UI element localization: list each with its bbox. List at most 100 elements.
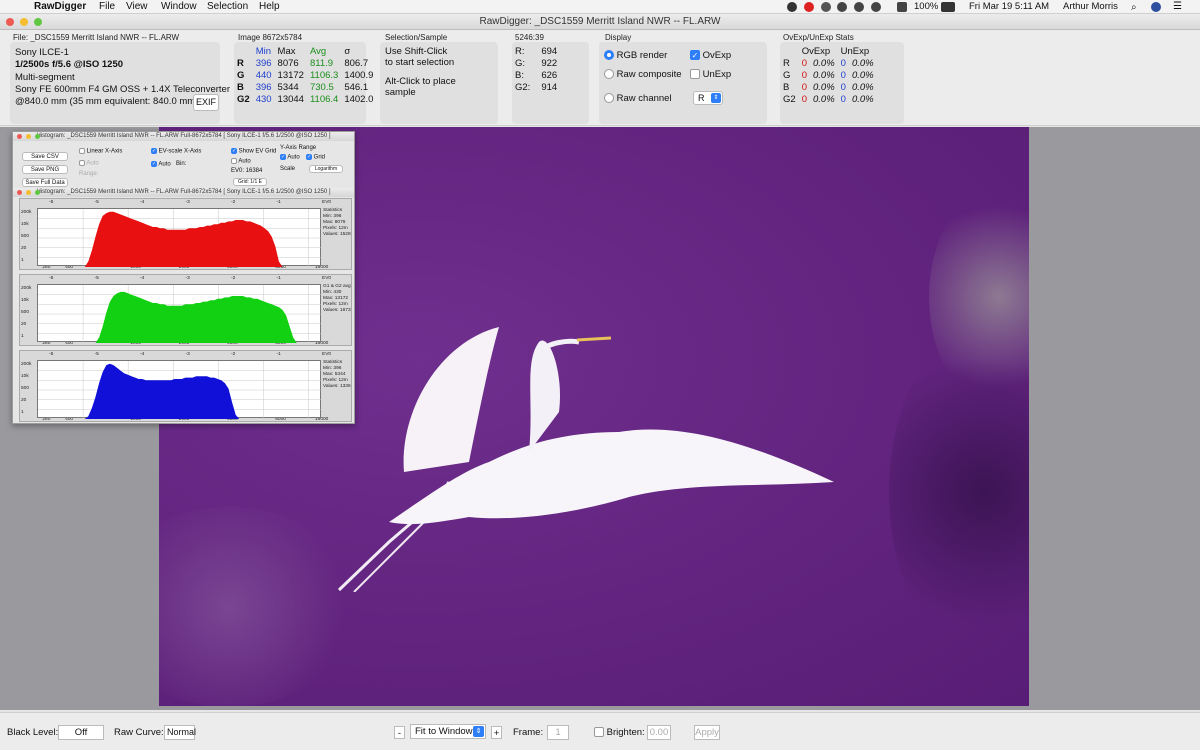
menu-selection[interactable]: Selection: [207, 0, 248, 14]
check-icon[interactable]: ✓: [231, 148, 237, 154]
ov-count: 0: [801, 82, 807, 93]
black-level-field[interactable]: Off: [58, 725, 104, 740]
zoom-icon[interactable]: [35, 190, 40, 195]
grid-select[interactable]: Grid: 1/1 E: [233, 178, 267, 186]
auto-label: Auto: [238, 158, 251, 165]
y-auto-checkbox[interactable]: ✓ Auto: [280, 154, 300, 161]
menu-help[interactable]: Help: [259, 0, 280, 14]
col-unexp: UnExp: [840, 46, 870, 57]
col-avg: Avg: [309, 46, 327, 57]
zoom-icon[interactable]: [35, 134, 40, 139]
raw-curve-field[interactable]: Normal: [164, 725, 196, 740]
menu-app[interactable]: RawDigger: [34, 0, 86, 14]
battery-icon[interactable]: [941, 2, 955, 12]
radio-icon[interactable]: [604, 93, 614, 104]
search-icon[interactable]: ⌕: [1131, 1, 1137, 15]
ovexp-checkbox[interactable]: ✓ OvExp: [690, 50, 731, 62]
check-icon[interactable]: ✓: [690, 50, 700, 61]
stat-line: Values: 1336: [323, 384, 351, 389]
frame-stepper[interactable]: 1: [547, 725, 569, 740]
raw-channel-option[interactable]: Raw channel: [604, 93, 672, 105]
channel-select-value: R: [698, 93, 705, 103]
unexp-checkbox[interactable]: UnExp: [690, 69, 731, 81]
close-icon[interactable]: [6, 18, 14, 26]
ev-auto-checkbox[interactable]: ✓ Auto: [151, 161, 171, 168]
selection-hint-4: sample: [385, 87, 416, 98]
zoom-icon[interactable]: [34, 18, 42, 26]
un-percent: 0.0%: [851, 82, 874, 93]
check-icon[interactable]: [690, 69, 700, 80]
ch-label: R: [783, 58, 790, 69]
close-icon[interactable]: [17, 190, 22, 195]
table-row: R: 694: [512, 46, 560, 58]
zoom-select[interactable]: Fit to Window ⇕: [410, 724, 486, 739]
wifi-icon[interactable]: [897, 2, 907, 12]
table-row: G2 430 13044 1106.4 1402.0: [234, 94, 376, 106]
check-icon[interactable]: [594, 727, 604, 738]
check-icon[interactable]: [79, 148, 85, 154]
channel-select[interactable]: R ⇕: [693, 91, 723, 105]
selection-label: Selection/Sample: [385, 33, 448, 42]
zoom-in-button[interactable]: +: [491, 726, 502, 739]
display-icon[interactable]: [871, 2, 881, 12]
show-ev-grid-checkbox[interactable]: ✓ Show EV Grid: [231, 148, 276, 155]
scale-select[interactable]: Logarithm: [309, 165, 343, 173]
m-icon[interactable]: [854, 2, 864, 12]
status-icon[interactable]: [787, 2, 797, 12]
ev-scale-checkbox[interactable]: ✓ EV-scale X-Axis: [151, 148, 201, 155]
check-icon[interactable]: [231, 158, 237, 164]
minimize-icon[interactable]: [26, 134, 31, 139]
raw-composite-option[interactable]: Raw composite: [604, 69, 682, 81]
image-stats-label: Image 8672x5784: [238, 33, 303, 42]
table-row: R 0 0.0% 0 0.0%: [780, 58, 877, 70]
ch-label: B: [783, 82, 790, 93]
check-icon[interactable]: ✓: [151, 161, 157, 167]
linear-x-checkbox[interactable]: Linear X-Axis: [79, 148, 122, 155]
ev-tick-label: -6: [49, 276, 54, 281]
check-icon[interactable]: ✓: [151, 148, 157, 154]
user-name[interactable]: Arthur Morris: [1063, 0, 1118, 14]
selection-hint-2: to start selection: [385, 57, 455, 68]
record-icon[interactable]: [804, 2, 814, 12]
ev0-field[interactable]: EV0: 16384: [231, 168, 262, 174]
y-grid-checkbox[interactable]: ✓ Grid: [306, 154, 325, 161]
histogram-window[interactable]: Histogram: _DSC1559 Merritt Island NWR -…: [12, 131, 355, 424]
check-icon[interactable]: [79, 160, 85, 166]
ev-scale-label: EV-scale X-Axis: [158, 148, 202, 155]
siri-icon[interactable]: [1151, 2, 1161, 12]
display-label: Display: [605, 33, 632, 42]
brighten-field[interactable]: 0.00: [647, 725, 671, 740]
rgb-render-option[interactable]: RGB render: [604, 50, 667, 62]
menu-file[interactable]: File: [99, 0, 115, 14]
col-sigma: σ: [344, 46, 351, 57]
control-center-icon[interactable]: ☰: [1173, 0, 1182, 14]
histogram-area: [38, 363, 322, 419]
minimize-icon[interactable]: [20, 18, 28, 26]
s-icon[interactable]: [821, 2, 831, 12]
save-full-data-button[interactable]: Save Full Data: [22, 178, 68, 187]
clock[interactable]: Fri Mar 19 5:11 AM: [969, 0, 1049, 14]
histogram-title-2: Histogram: _DSC1559 Merritt Island NWR -…: [36, 189, 331, 195]
ev-grid-auto-checkbox[interactable]: Auto: [231, 158, 251, 165]
apply-button[interactable]: Apply: [694, 725, 720, 740]
save-png-button[interactable]: Save PNG: [22, 165, 68, 174]
radio-icon[interactable]: [604, 50, 614, 61]
check-icon[interactable]: ✓: [306, 154, 312, 160]
zoom-out-button[interactable]: -: [394, 726, 405, 739]
ov-count: 0: [801, 70, 807, 81]
save-csv-button[interactable]: Save CSV: [22, 152, 68, 161]
radio-icon[interactable]: [604, 69, 614, 80]
chevron-updown-icon[interactable]: ⇕: [711, 93, 721, 103]
menu-window[interactable]: Window: [161, 0, 197, 14]
check-icon[interactable]: ✓: [280, 154, 286, 160]
chevron-updown-icon[interactable]: ⇕: [473, 726, 484, 737]
minimize-icon[interactable]: [26, 190, 31, 195]
menu-view[interactable]: View: [126, 0, 148, 14]
info-panel: File: _DSC1559 Merritt Island NWR -- FL.…: [0, 30, 1200, 126]
exif-button[interactable]: EXIF: [193, 94, 219, 111]
c-icon[interactable]: [837, 2, 847, 12]
close-icon[interactable]: [17, 134, 22, 139]
brighten-checkbox[interactable]: Brighten:: [594, 727, 645, 738]
ov-percent: 0.0%: [812, 82, 835, 93]
linear-auto-checkbox[interactable]: Auto: [79, 160, 99, 167]
